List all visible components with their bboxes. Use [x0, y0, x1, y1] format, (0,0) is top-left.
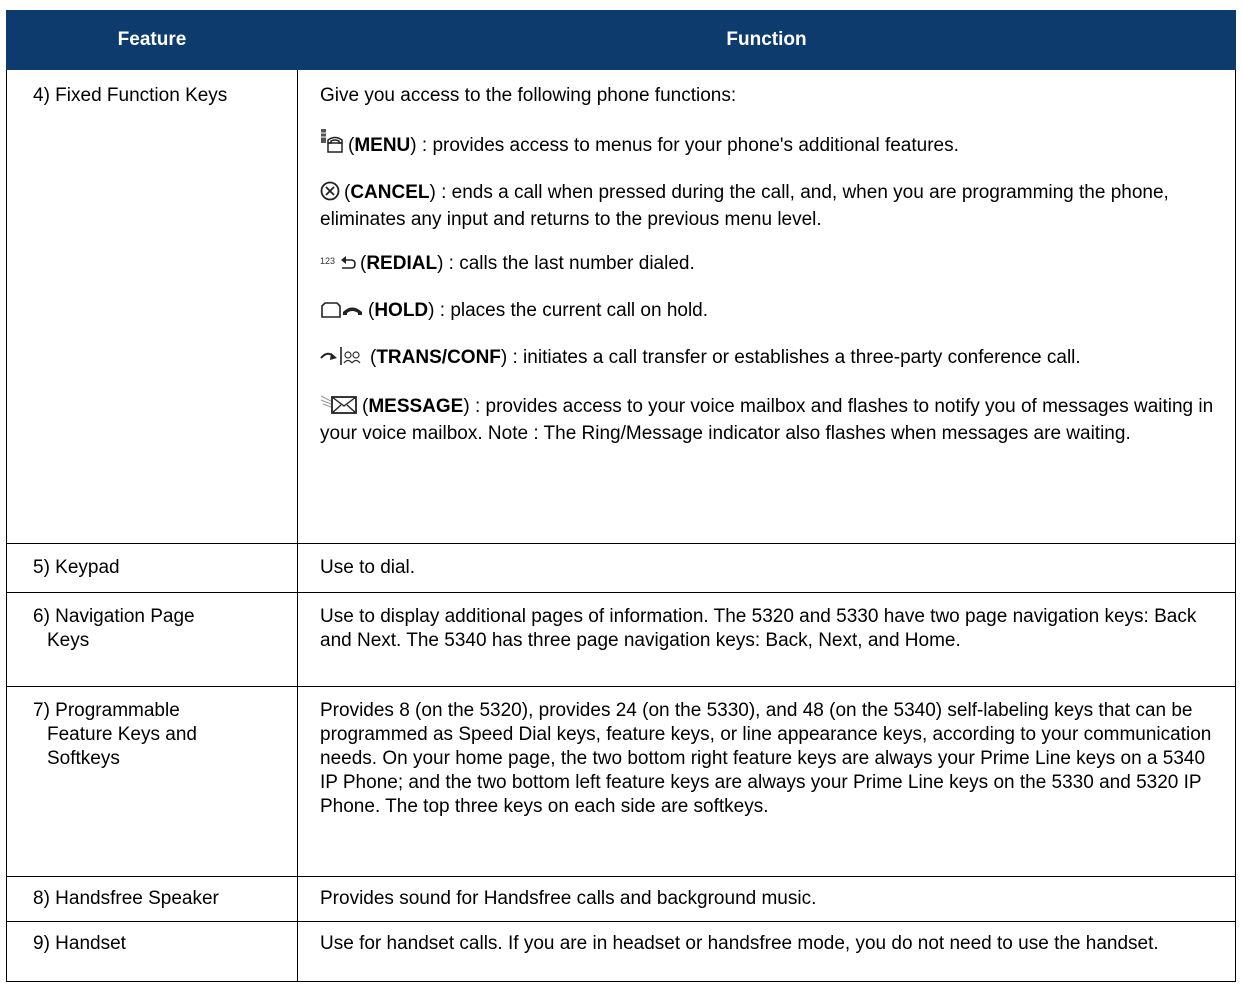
function-intro: Give you access to the following phone f… [320, 85, 737, 106]
cancel-key-description: (CANCEL) : ends a call when pressed duri… [320, 181, 1169, 230]
feature-label: 7) Programmable [33, 700, 180, 721]
table-row: 5) Keypad Use to dial. [6, 543, 1236, 593]
redial-icon: 123 [320, 254, 356, 279]
function-text: Provides sound for Handsfree calls and b… [320, 888, 817, 909]
trans-conf-icon [320, 346, 366, 373]
feature-cell: 4) Fixed Function Keys [6, 69, 298, 544]
feature-label: 8) Handsfree Speaker [33, 888, 219, 909]
feature-cell: 8) Handsfree Speaker [6, 876, 298, 922]
redial-key-description: 123 (REDIAL) : calls the last number dia… [320, 252, 1227, 279]
feature-label: Softkeys [47, 748, 120, 769]
feature-function-table: Feature Function 4) Fixed Function Keys … [6, 10, 1236, 982]
feature-cell: 7) Programmable Feature Keys and Softkey… [6, 686, 298, 877]
feature-cell: 9) Handset [6, 921, 298, 982]
function-text: Provides 8 (on the 5320), provides 24 (o… [320, 700, 1212, 817]
table-row: 7) Programmable Feature Keys and Softkey… [6, 686, 1236, 877]
feature-label: 6) Navigation Page [33, 606, 195, 627]
feature-label: Feature Keys and [47, 724, 197, 745]
hold-icon [320, 301, 364, 326]
function-cell: Provides 8 (on the 5320), provides 24 (o… [297, 686, 1236, 877]
table-row: 8) Handsfree Speaker Provides sound for … [6, 876, 1236, 922]
menu-key-description: (MENU) : provides access to menus for yo… [320, 128, 1227, 161]
menu-icon [320, 128, 344, 161]
table-row: 9) Handset Use for handset calls. If you… [6, 921, 1236, 982]
feature-label: 9) Handset [33, 933, 126, 954]
function-cell: Provides sound for Handsfree calls and b… [297, 876, 1236, 922]
feature-cell: 6) Navigation Page Keys [6, 592, 298, 687]
function-cell: Use to dial. [297, 543, 1236, 593]
function-text: Use to display additional pages of infor… [320, 606, 1197, 651]
message-key-description: (MESSAGE) : provides access to your voic… [320, 393, 1227, 446]
table-row: 4) Fixed Function Keys Give you access t… [6, 69, 1236, 544]
feature-label: 4) Fixed Function Keys [33, 85, 228, 106]
table-row: 6) Navigation Page Keys Use to display a… [6, 592, 1236, 687]
table-header-row: Feature Function [6, 10, 1236, 70]
trans-conf-key-description: (TRANS/CONF) : initiates a call transfer… [320, 346, 1227, 373]
function-text: Use for handset calls. If you are in hea… [320, 933, 1159, 954]
message-icon [320, 393, 358, 422]
feature-cell: 5) Keypad [6, 543, 298, 593]
function-text: Use to dial. [320, 557, 416, 578]
cancel-icon [320, 181, 340, 208]
feature-label: Keys [47, 630, 90, 651]
feature-column-header: Feature [6, 10, 298, 70]
feature-label: 5) Keypad [33, 557, 120, 578]
function-cell: Use to display additional pages of infor… [297, 592, 1236, 687]
svg-text:123: 123 [320, 256, 335, 266]
function-cell: Give you access to the following phone f… [297, 69, 1236, 544]
function-cell: Use for handset calls. If you are in hea… [297, 921, 1236, 982]
hold-key-description: (HOLD) : places the current call on hold… [320, 299, 1227, 326]
function-column-header: Function [297, 10, 1236, 70]
